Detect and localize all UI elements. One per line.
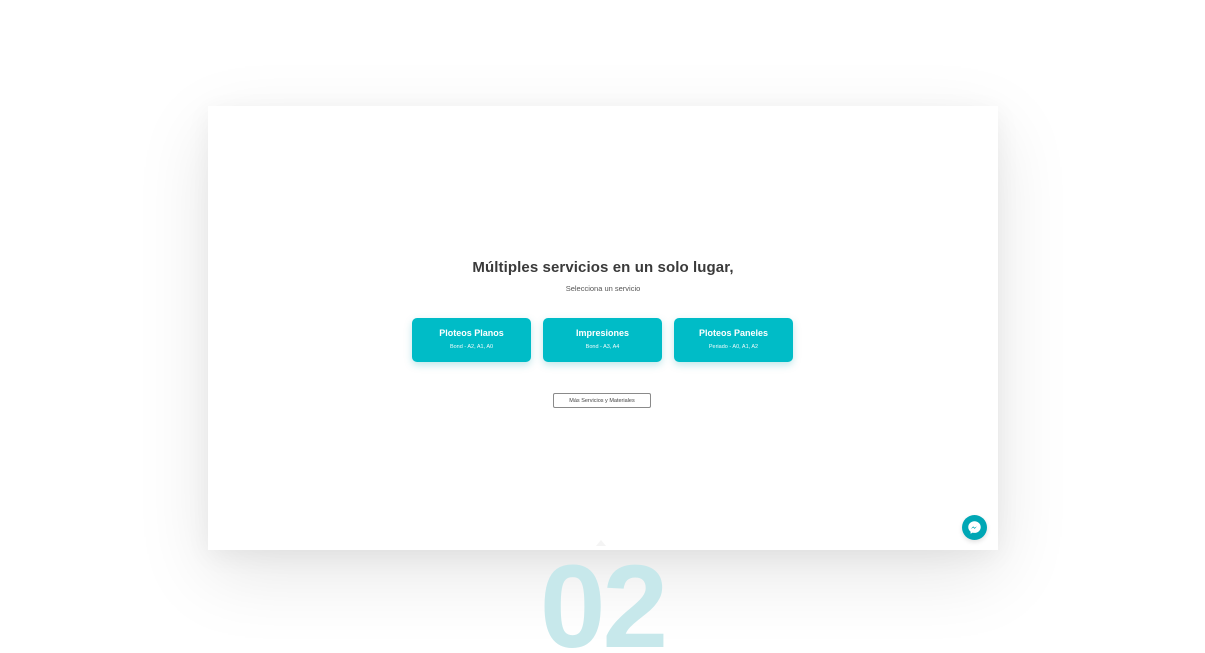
messenger-chat-button[interactable]: [962, 515, 987, 540]
more-services-button[interactable]: Más Servicios y Materiales: [553, 393, 651, 408]
service-card-list: Ploteos Planos Bond - A2, A1, A0 Impresi…: [412, 318, 794, 362]
website-preview-frame: Múltiples servicios en un solo lugar, Se…: [208, 106, 998, 550]
service-card-detail: Bond - A3, A4: [585, 344, 620, 350]
showcase-stage: Múltiples servicios en un solo lugar, Se…: [0, 0, 1205, 653]
service-card-title: Ploteos Paneles: [698, 328, 769, 338]
hero-subtitle: Selecciona un servicio: [565, 284, 641, 293]
step-number: 02: [539, 541, 668, 653]
service-card-title: Impresiones: [575, 328, 630, 338]
service-card-ploteos-paneles[interactable]: Ploteos Paneles Periado - A0, A1, A2: [674, 318, 793, 362]
service-card-detail: Periado - A0, A1, A2: [708, 344, 759, 350]
service-card-title: Ploteos Planos: [439, 328, 504, 338]
service-card-impresiones[interactable]: Impresiones Bond - A3, A4: [543, 318, 662, 362]
hero-title: Múltiples servicios en un solo lugar,: [472, 259, 734, 276]
service-card-ploteos-planos[interactable]: Ploteos Planos Bond - A2, A1, A0: [412, 318, 531, 362]
messenger-icon: [968, 521, 981, 534]
service-card-detail: Bond - A2, A1, A0: [449, 344, 494, 350]
